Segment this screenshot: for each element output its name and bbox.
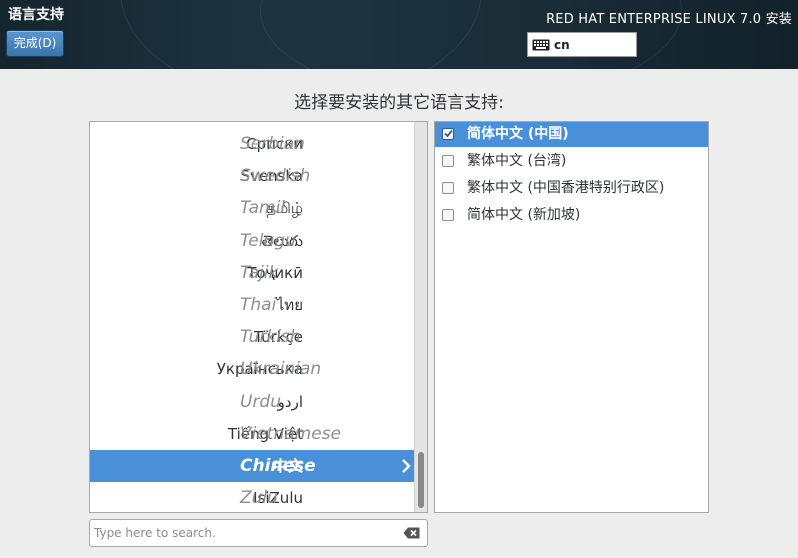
language-english-name: Urdu: [240, 391, 281, 412]
language-row[interactable]: اردو Urdu: [90, 386, 415, 418]
locale-row[interactable]: 繁体中文 (台湾): [435, 149, 708, 174]
locale-checkbox[interactable]: [442, 155, 454, 167]
language-row[interactable]: తెలుగు Telugu: [90, 225, 415, 257]
language-english-name: Serbian: [240, 134, 305, 154]
language-english-name: Tajik: [240, 262, 279, 283]
language-row[interactable]: IsiZulu Zulu: [90, 482, 415, 512]
language-row[interactable]: Svenska Swedish: [90, 160, 415, 192]
language-row[interactable]: Türkçe Turkish: [90, 321, 415, 353]
header-bar: 语言支持 完成(D) RED HAT ENTERPRISE LINUX 7.0 …: [0, 0, 798, 69]
language-row[interactable]: Српски Serbian: [90, 128, 415, 160]
locale-checkbox[interactable]: [442, 128, 454, 140]
language-english-name: Zulu: [240, 488, 278, 509]
language-row[interactable]: Тоҷикӣ Tajik: [90, 257, 415, 289]
language-row[interactable]: Tiếng Việt Vietnamese: [90, 418, 415, 450]
language-search-input[interactable]: [94, 521, 394, 545]
locale-list[interactable]: 简体中文 (中国) 繁体中文 (台湾) 繁体中文 (中国香港特别行政区) 简体中文 (…: [434, 121, 709, 513]
locale-label: 简体中文 (中国): [467, 126, 569, 142]
chevron-right-icon: [402, 459, 411, 473]
language-row[interactable]: தமிழ் Tamil: [90, 192, 415, 224]
locale-row[interactable]: 简体中文 (中国): [435, 122, 708, 147]
language-english-name: Swedish: [240, 166, 311, 187]
locale-row[interactable]: 繁体中文 (中国香港特别行政区): [435, 176, 708, 201]
language-english-name: Thai: [240, 295, 277, 315]
language-row[interactable]: 中文 Chinese: [90, 450, 415, 482]
language-english-name: Chinese: [240, 456, 316, 476]
language-english-name: Telugu: [240, 230, 296, 251]
language-row[interactable]: Українська Ukrainian: [90, 353, 415, 385]
locale-row[interactable]: 简体中文 (新加坡): [435, 203, 708, 228]
keyboard-icon: [532, 39, 550, 50]
language-english-name: Turkish: [240, 327, 301, 348]
language-native-name: ไทย: [276, 296, 303, 314]
locale-label: 繁体中文 (台湾): [467, 153, 567, 169]
language-english-name: Vietnamese: [240, 423, 342, 444]
spoke-title: 语言支持: [8, 7, 64, 23]
language-native-name: اردو: [277, 392, 303, 411]
locale-checkbox[interactable]: [442, 182, 454, 194]
page-prompt: 选择要安装的其它语言支持:: [294, 93, 504, 113]
product-title: RED HAT ENTERPRISE LINUX 7.0 安装: [546, 12, 792, 27]
done-button[interactable]: 完成(D): [6, 30, 64, 57]
language-english-name: Ukrainian: [240, 359, 322, 380]
locale-label: 简体中文 (新加坡): [467, 207, 581, 223]
language-list-scrollbar[interactable]: [414, 122, 427, 512]
keyboard-layout-label: cn: [554, 37, 570, 52]
locale-checkbox[interactable]: [442, 209, 454, 221]
clear-search-icon[interactable]: [403, 527, 420, 539]
locale-label: 繁体中文 (中国香港特别行政区): [467, 180, 665, 196]
language-english-name: Tamil: [240, 198, 286, 219]
language-row[interactable]: ไทย Thai: [90, 289, 415, 321]
language-search-box: [89, 519, 428, 547]
language-list[interactable]: IsiZulu Zulu 中文 Chinese Tiếng Việt Vietnamese…: [89, 121, 428, 513]
scrollbar-thumb[interactable]: [418, 452, 424, 508]
checkmark-icon: [444, 129, 453, 138]
keyboard-layout-indicator[interactable]: cn: [527, 32, 637, 57]
